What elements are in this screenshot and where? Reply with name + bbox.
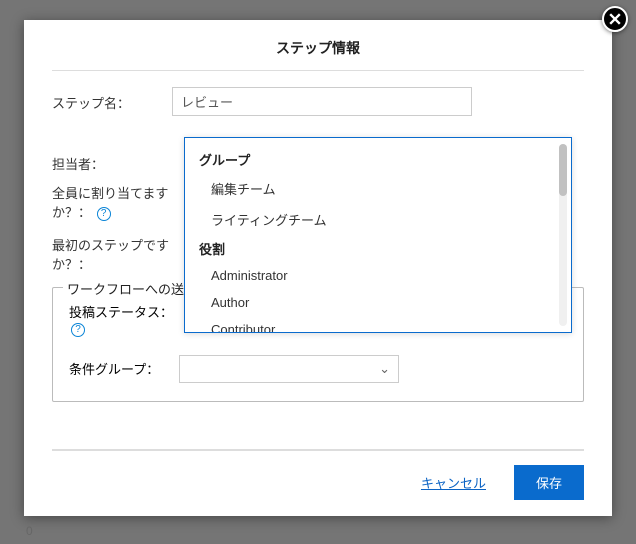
close-icon: [609, 13, 621, 25]
first-step-label-l2: か？：: [52, 257, 91, 272]
dropdown-scrollbar-thumb[interactable]: [559, 144, 567, 196]
dropdown-scrollbar[interactable]: [559, 144, 567, 326]
step-info-modal: ステップ情報 ステップ名： 担当者： 全員に割り当てます か？： ? 最初のステ…: [24, 20, 612, 516]
modal-body: ステップ名： 担当者： 全員に割り当てます か？： ? 最初のステップです か？…: [52, 71, 584, 449]
fieldset-legend: ワークフローへの送: [63, 279, 188, 298]
modal-title: ステップ情報: [52, 38, 584, 70]
assignee-label: 担当者：: [52, 148, 172, 173]
step-name-row: ステップ名：: [52, 87, 584, 116]
post-status-label: 投稿ステータス：?: [69, 302, 179, 337]
condition-group-label: 条件グループ：: [69, 359, 179, 378]
assignee-dropdown[interactable]: グループ 編集チーム ライティングチーム 役割 Administrator Au…: [184, 137, 572, 333]
step-name-label: ステップ名：: [52, 87, 172, 112]
dropdown-option[interactable]: ライティングチーム: [185, 204, 571, 235]
dropdown-option[interactable]: Administrator: [185, 262, 571, 289]
cancel-link[interactable]: キャンセル: [421, 473, 486, 492]
assign-all-label-l2: か？：: [52, 205, 91, 220]
first-step-label-l1: 最初のステップです: [52, 238, 169, 253]
dropdown-option[interactable]: Contributor: [185, 316, 571, 332]
dropdown-option[interactable]: 編集チーム: [185, 173, 571, 204]
bottom-counter: 0: [26, 524, 33, 538]
modal-footer: キャンセル 保存: [52, 450, 584, 500]
condition-group-select[interactable]: ⌄: [179, 355, 399, 383]
chevron-down-icon: ⌄: [379, 361, 390, 377]
dropdown-option[interactable]: Author: [185, 289, 571, 316]
help-icon[interactable]: ?: [71, 323, 85, 337]
assignee-dropdown-list: グループ 編集チーム ライティングチーム 役割 Administrator Au…: [185, 138, 571, 332]
assign-all-label-l1: 全員に割り当てます: [52, 186, 168, 201]
dropdown-group-label: 役割: [185, 235, 571, 262]
dropdown-group-label: グループ: [185, 146, 571, 173]
step-name-input[interactable]: [172, 87, 472, 116]
save-button[interactable]: 保存: [514, 465, 584, 500]
condition-group-row: 条件グループ： ⌄: [69, 355, 567, 383]
help-icon[interactable]: ?: [97, 207, 111, 221]
close-button[interactable]: [602, 6, 628, 32]
